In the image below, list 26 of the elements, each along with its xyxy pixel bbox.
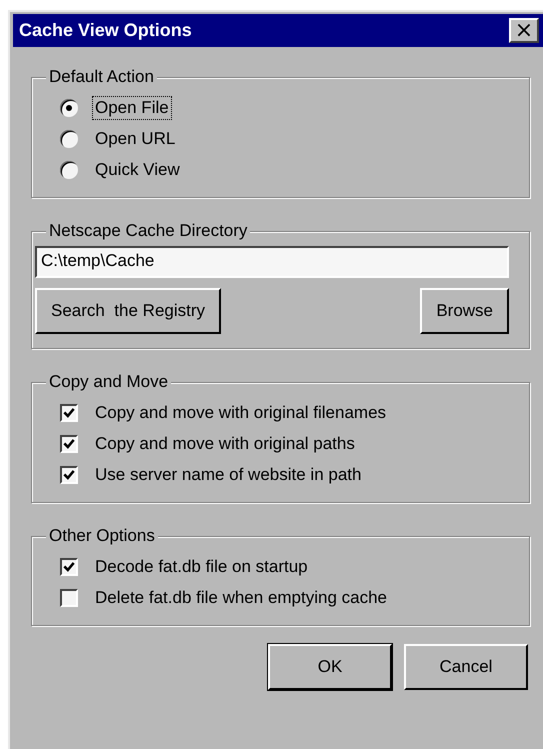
push-button[interactable]: Search the Registry: [35, 288, 222, 334]
push-button[interactable]: Browse: [420, 288, 509, 334]
cancel-button[interactable]: Cancel: [404, 644, 528, 690]
checkbox-label[interactable]: Copy and move with original filenames: [92, 400, 390, 424]
checkbox[interactable]: [60, 404, 78, 422]
checkbox[interactable]: [60, 466, 78, 484]
window-title: Cache View Options: [19, 20, 192, 41]
radio-button[interactable]: [60, 98, 78, 116]
checkbox[interactable]: [60, 558, 78, 576]
radio-button[interactable]: [60, 160, 78, 178]
close-button[interactable]: ×: [509, 18, 539, 43]
radio-label[interactable]: Open File: [92, 96, 172, 120]
radio-label[interactable]: Quick View: [92, 158, 183, 182]
checkbox-label[interactable]: Decode fat.db file on startup: [92, 554, 311, 578]
radio-label[interactable]: Open URL: [92, 126, 178, 150]
group-title: Netscape Cache Directory: [46, 221, 250, 241]
ok-button[interactable]: OK: [268, 644, 392, 690]
group-title: Copy and Move: [46, 372, 172, 392]
checkbox[interactable]: [60, 434, 78, 452]
checkbox-label[interactable]: Delete fat.db file when emptying cache: [92, 586, 390, 610]
checkbox-label[interactable]: Copy and move with original paths: [92, 432, 358, 456]
checkbox-label[interactable]: Use server name of website in path: [92, 462, 364, 486]
radio-button[interactable]: [60, 130, 78, 148]
checkbox[interactable]: [60, 588, 78, 606]
group-title: Other Options: [46, 526, 158, 546]
directory-field[interactable]: C:\temp\Cache: [35, 246, 509, 278]
